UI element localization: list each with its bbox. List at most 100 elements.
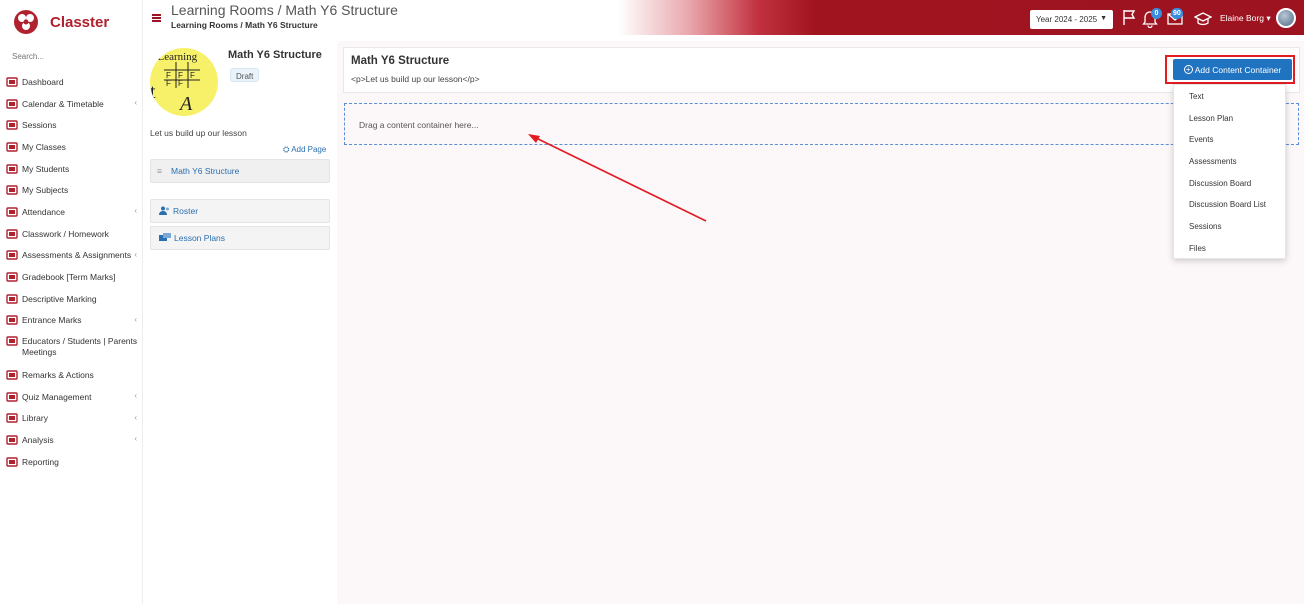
- classes-icon: [6, 142, 18, 152]
- status-badge: Draft: [230, 68, 260, 82]
- sidebar-item-label: Quiz Management: [22, 391, 92, 402]
- search-input[interactable]: [12, 52, 122, 61]
- book-icon: [6, 185, 18, 195]
- room-image: rt Learning A t A FFFFF: [150, 48, 218, 116]
- sidebar-item-label: Attendance: [22, 206, 66, 217]
- drag-handle-icon[interactable]: ≡: [157, 166, 165, 176]
- sidebar-item[interactable]: My Classes: [0, 136, 143, 158]
- content-header-card: [343, 47, 1300, 93]
- chevron-left-icon[interactable]: ‹: [134, 413, 137, 422]
- clipboard-icon: [6, 315, 18, 326]
- caret-down-icon: ▾: [1266, 13, 1271, 23]
- classter-logo-icon: [14, 10, 38, 34]
- sidebar-item[interactable]: Classwork / Homework: [0, 223, 143, 245]
- shuffle-icon: [6, 370, 18, 380]
- messages-badge: 90: [1171, 8, 1183, 19]
- menu-toggle-icon[interactable]: [152, 14, 161, 22]
- flag-icon[interactable]: [1120, 8, 1138, 26]
- sidebar-item[interactable]: Calendar & Timetable ‹: [0, 93, 143, 115]
- sidebar-item[interactable]: Attendance ‹: [0, 201, 143, 223]
- image-cell-letter: F: [178, 79, 183, 88]
- lesson-plans-icon: [159, 232, 171, 244]
- plus-circle-icon: +: [1183, 65, 1193, 74]
- menu-item[interactable]: Lesson Plan: [1174, 107, 1285, 129]
- sidebar-item-label: Descriptive Marking: [22, 293, 97, 304]
- roster-link[interactable]: Roster: [150, 199, 330, 223]
- monitor-icon: [6, 77, 18, 87]
- svg-text:t: t: [150, 81, 156, 103]
- sidebar-item[interactable]: Entrance Marks ‹: [0, 310, 143, 332]
- sidebar-item[interactable]: Sessions: [0, 114, 143, 136]
- menu-item[interactable]: Files: [1174, 237, 1285, 259]
- chevron-left-icon[interactable]: ‹: [134, 250, 137, 259]
- content-title: Math Y6 Structure: [351, 55, 450, 67]
- chevron-left-icon[interactable]: ‹: [134, 336, 137, 347]
- avatar[interactable]: [1276, 8, 1296, 28]
- sidebar-item[interactable]: Library ‹: [0, 408, 143, 430]
- annotation-arrow: [528, 134, 707, 222]
- image-cell-letter: F: [166, 79, 171, 88]
- sidebar-item-label: Analysis: [22, 435, 54, 446]
- drop-zone[interactable]: Drag a content container here...: [344, 103, 1299, 145]
- sessions-icon: [6, 120, 18, 130]
- brand-name: Classter: [50, 13, 110, 31]
- sidebar-item[interactable]: My Subjects: [0, 179, 143, 201]
- notifications-badge: 0: [1151, 8, 1162, 19]
- year-value: Year 2024 - 2025: [1036, 15, 1098, 24]
- sidebar-item[interactable]: Analysis ‹: [0, 429, 143, 451]
- user-name-text: Elaine Borg: [1220, 13, 1264, 23]
- graduation-cap-icon[interactable]: [1194, 10, 1212, 28]
- sidebar-nav: Dashboard Calendar & Timetable ‹ Sessions My…: [0, 71, 143, 473]
- sidebar-item[interactable]: Gradebook [Term Marks]: [0, 266, 143, 288]
- sidebar-item[interactable]: Remarks & Actions: [0, 364, 143, 386]
- add-page-link[interactable]: ⛭ Add Page: [283, 145, 326, 155]
- sidebar-item-label: Classwork / Homework: [22, 228, 109, 239]
- sidebar-item-label: Entrance Marks: [22, 315, 82, 326]
- sidebar-item[interactable]: Assessments & Assignments ‹: [0, 245, 143, 267]
- page-title: Learning Rooms / Math Y6 Structure: [171, 2, 398, 18]
- chevron-left-icon[interactable]: ‹: [134, 391, 137, 400]
- menu-item[interactable]: Assessments: [1174, 150, 1285, 172]
- menu-item[interactable]: Discussion Board List: [1174, 193, 1285, 215]
- add-page-label: Add Page: [291, 145, 327, 154]
- year-selector[interactable]: Year 2024 - 2025 ▼: [1030, 10, 1113, 29]
- image-text-top: rt Learning: [150, 51, 198, 63]
- room-thumbnail: rt Learning A t A F F FF F: [150, 51, 218, 115]
- attendance-icon: [6, 207, 18, 217]
- students-icon: [6, 163, 18, 174]
- app: Classter Dashboard Calendar & Timetable ‹ S…: [0, 0, 1304, 604]
- list-icon: [6, 228, 18, 239]
- sidebar-item[interactable]: My Students: [0, 158, 143, 180]
- sidebar-item-label: My Students: [22, 163, 70, 174]
- calendar-icon: [6, 98, 18, 109]
- menu-item[interactable]: Events: [1174, 128, 1285, 150]
- chevron-left-icon[interactable]: ‹: [134, 98, 137, 107]
- top-bar: Learning Rooms / Math Y6 Structure Learn…: [143, 0, 1304, 35]
- sidebar-item[interactable]: Educators / Students | Parents Meetings ‹: [0, 331, 143, 364]
- page-item[interactable]: ≡ Math Y6 Structure: [150, 159, 330, 183]
- sidebar-item-label: Remarks & Actions: [22, 370, 94, 381]
- drop-zone-label: Drag a content container here...: [359, 120, 479, 130]
- menu-item[interactable]: Sessions: [1174, 215, 1285, 237]
- users-icon: [159, 206, 170, 217]
- room-description: Let us build up our lesson: [150, 128, 247, 138]
- container-type-menu: Text Lesson Plan Events Assessments Discussi…: [1173, 84, 1286, 259]
- sidebar-item[interactable]: Quiz Management ‹: [0, 386, 143, 408]
- user-name[interactable]: Elaine Borg ▾: [1220, 13, 1271, 24]
- breadcrumb: Learning Rooms / Math Y6 Structure: [171, 20, 318, 30]
- sidebar-item[interactable]: Reporting: [0, 451, 143, 473]
- chevron-left-icon[interactable]: ‹: [134, 434, 137, 443]
- lesson-plans-link[interactable]: Lesson Plans: [150, 226, 330, 250]
- sidebar-item-label: Calendar & Timetable: [22, 98, 104, 109]
- sidebar-item[interactable]: Descriptive Marking: [0, 288, 143, 310]
- logo[interactable]: Classter: [12, 8, 109, 36]
- chevron-left-icon[interactable]: ‹: [134, 315, 137, 324]
- sidebar-item[interactable]: Dashboard: [0, 71, 143, 93]
- chevron-left-icon[interactable]: ‹: [134, 206, 137, 215]
- menu-item[interactable]: Text: [1174, 85, 1285, 107]
- menu-item[interactable]: Discussion Board: [1174, 172, 1285, 194]
- analysis-icon: [6, 435, 18, 445]
- printer-icon: [6, 457, 18, 467]
- content-description: <p>Let us build up our lesson</p>: [351, 74, 480, 84]
- add-content-container-button[interactable]: + Add Content Container: [1173, 59, 1292, 80]
